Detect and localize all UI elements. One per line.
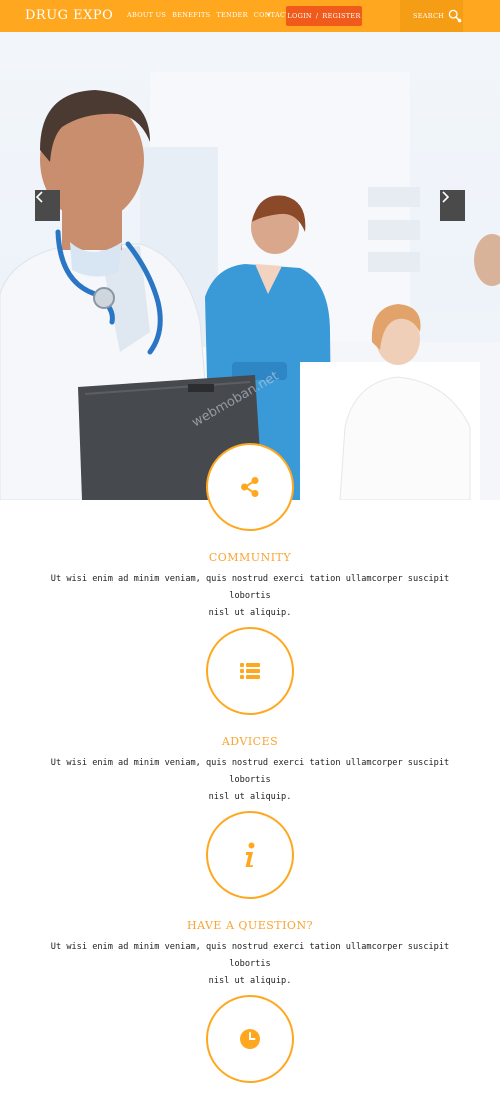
nav-contact[interactable]: CONTACT xyxy=(254,11,290,19)
register-label: REGISTER xyxy=(322,12,361,20)
clock-icon xyxy=(240,1029,260,1049)
chevron-left-icon xyxy=(35,191,43,203)
slider-next-button[interactable] xyxy=(440,190,465,221)
login-separator: / xyxy=(315,12,319,20)
feature-title: COMMUNITY xyxy=(208,551,292,564)
feature-description-line: Ut wisi enim ad minim veniam, quis nostr… xyxy=(50,942,450,969)
feature-title: ADVICES xyxy=(221,735,279,748)
feature-description: Ut wisi enim ad minim veniam, quis nostr… xyxy=(30,939,470,990)
site-logo[interactable]: DRUG EXPO xyxy=(25,8,113,23)
feature-description-line: nisl ut aliquip. xyxy=(208,608,292,618)
search-label: SEARCH xyxy=(413,12,445,20)
caret-down-icon[interactable]: ▾ xyxy=(267,11,271,19)
feature-description-line: nisl ut aliquip. xyxy=(208,976,292,986)
magnifier-icon[interactable] xyxy=(448,9,462,23)
info-icon xyxy=(245,842,255,867)
hero-illustration: webmoban.net xyxy=(0,72,500,500)
login-register-button[interactable]: LOGIN / REGISTER xyxy=(286,6,362,26)
top-navigation-bar: DRUG EXPO ABOUT US BENEFITS TENDER CONTA… xyxy=(0,0,500,32)
feature-title: HAVE A QUESTION? xyxy=(187,919,313,932)
slider-prev-button[interactable] xyxy=(35,190,60,221)
feature-icon-circle xyxy=(206,627,294,715)
feature-description-line: Ut wisi enim ad minim veniam, quis nostr… xyxy=(50,758,450,785)
chevron-right-icon xyxy=(442,191,450,203)
login-label: LOGIN xyxy=(287,12,312,20)
list-icon xyxy=(240,663,260,679)
feature-description-line: Ut wisi enim ad minim veniam, quis nostr… xyxy=(50,574,450,601)
main-nav: ABOUT US BENEFITS TENDER CONTACT xyxy=(127,11,290,19)
feature-icon-circle xyxy=(206,995,294,1083)
feature-description: Ut wisi enim ad minim veniam, quis nostr… xyxy=(30,755,470,806)
feature-icon-circle xyxy=(206,811,294,899)
feature-icon-circle xyxy=(206,443,294,531)
nav-benefits[interactable]: BENEFITS xyxy=(172,11,210,19)
nav-tender[interactable]: TENDER xyxy=(216,11,247,19)
feature-description: Ut wisi enim ad minim veniam, quis nostr… xyxy=(30,571,470,622)
feature-description-line: nisl ut aliquip. xyxy=(208,792,292,802)
nav-about-us[interactable]: ABOUT US xyxy=(127,11,166,19)
hero-slider: webmoban.net xyxy=(0,32,500,500)
share-icon xyxy=(241,477,259,497)
